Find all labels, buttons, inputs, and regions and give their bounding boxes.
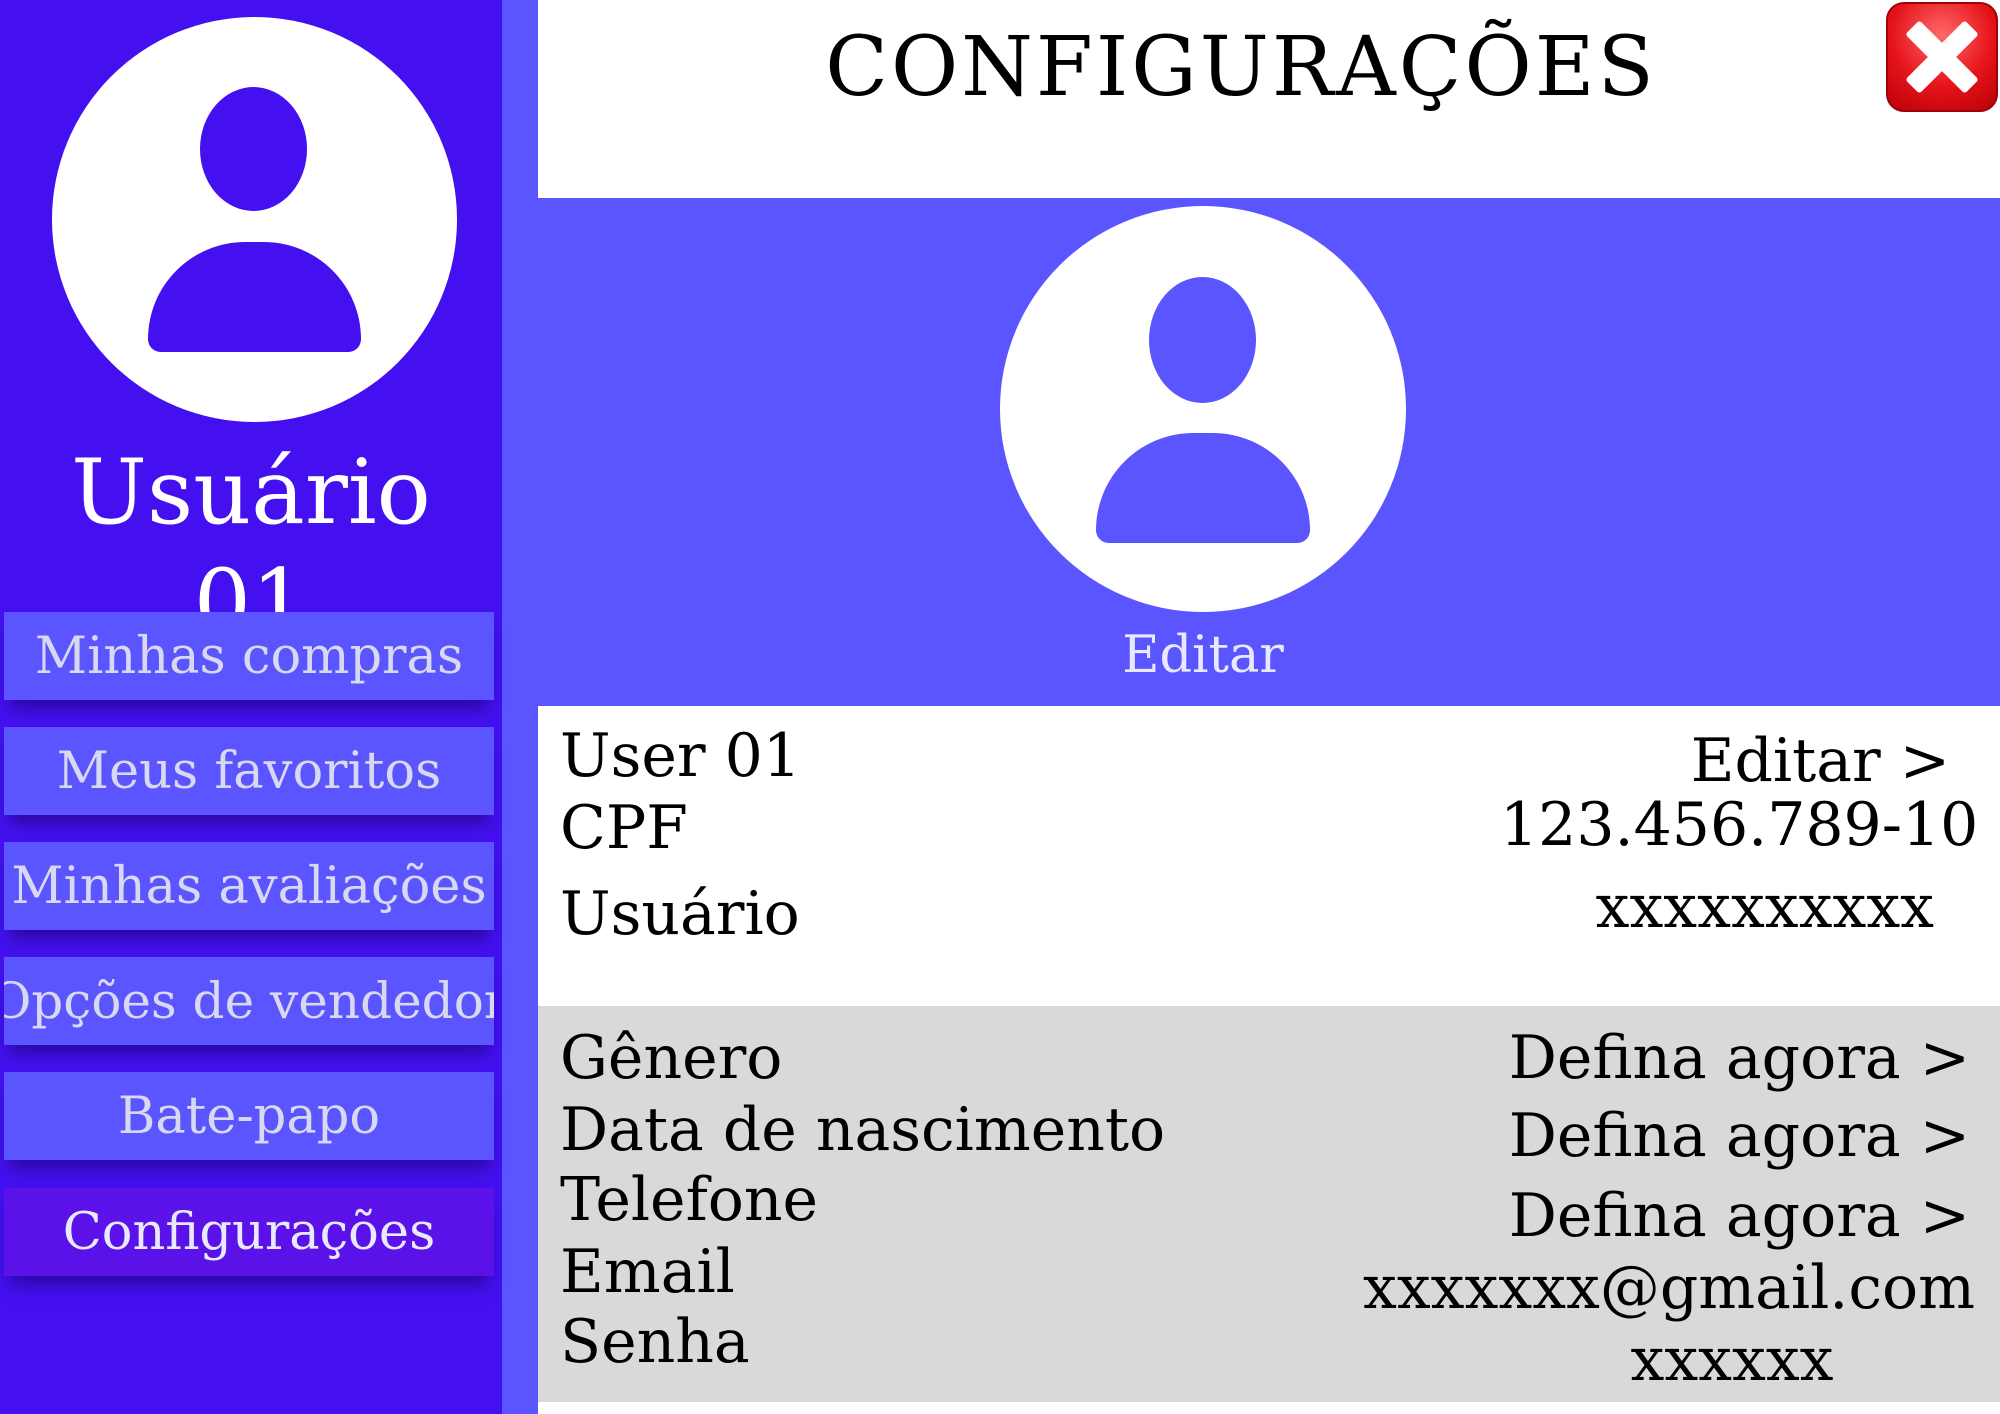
menu-item-bate-papo[interactable]: Bate-papo (4, 1072, 494, 1160)
menu-item-minhas-avaliacoes[interactable]: Minhas avaliações (4, 842, 494, 930)
menu-item-label: Minhas compras (34, 626, 464, 686)
username-label: Usuário (560, 879, 800, 949)
menu-item-label: Bate-papo (117, 1086, 381, 1146)
sidebar-divider (502, 0, 538, 1414)
menu-item-configuracoes[interactable]: Configurações (4, 1188, 494, 1276)
menu-item-label: Meus favoritos (56, 741, 442, 801)
password-label: Senha (560, 1307, 750, 1377)
user-head-icon (200, 87, 307, 211)
password-value: xxxxxx (1630, 1325, 1834, 1395)
birthdate-label: Data de nascimento (560, 1095, 1166, 1165)
menu-item-meus-favoritos[interactable]: Meus favoritos (4, 727, 494, 815)
menu-item-minhas-compras[interactable]: Minhas compras (4, 612, 494, 700)
account-name: User 01 (560, 721, 801, 791)
username-value: xxxxxxxxxx (1595, 872, 1934, 942)
user-body-icon (1096, 433, 1310, 543)
edit-photo-link[interactable]: Editar (1000, 622, 1406, 690)
menu-item-opcoes-de-vendedor[interactable]: Opções de vendedor (4, 957, 494, 1045)
sidebar-avatar[interactable] (52, 17, 457, 422)
close-button[interactable] (1886, 2, 1998, 112)
cpf-label: CPF (560, 793, 688, 863)
cpf-value: 123.456.789-10 (1500, 790, 1979, 860)
gender-set-link[interactable]: Defina agora > (1400, 1022, 1970, 1094)
menu-item-label: Opções de vendedor (4, 972, 494, 1030)
profile-avatar[interactable] (1000, 206, 1406, 612)
edit-account-link[interactable]: Editar > (1500, 725, 1950, 797)
email-value: xxxxxxx@gmail.com (1362, 1253, 1975, 1323)
birthdate-set-link[interactable]: Defina agora > (1400, 1100, 1970, 1172)
user-body-icon (148, 242, 361, 352)
gender-label: Gênero (560, 1023, 783, 1093)
phone-label: Telefone (560, 1165, 819, 1235)
menu-item-label: Configurações (62, 1202, 436, 1262)
phone-set-link[interactable]: Defina agora > (1400, 1180, 1970, 1252)
user-head-icon (1149, 277, 1256, 403)
page-title: CONFIGURAÇÕES (825, 20, 1657, 115)
menu-item-label: Minhas avaliações (11, 856, 487, 916)
email-label: Email (560, 1237, 735, 1307)
